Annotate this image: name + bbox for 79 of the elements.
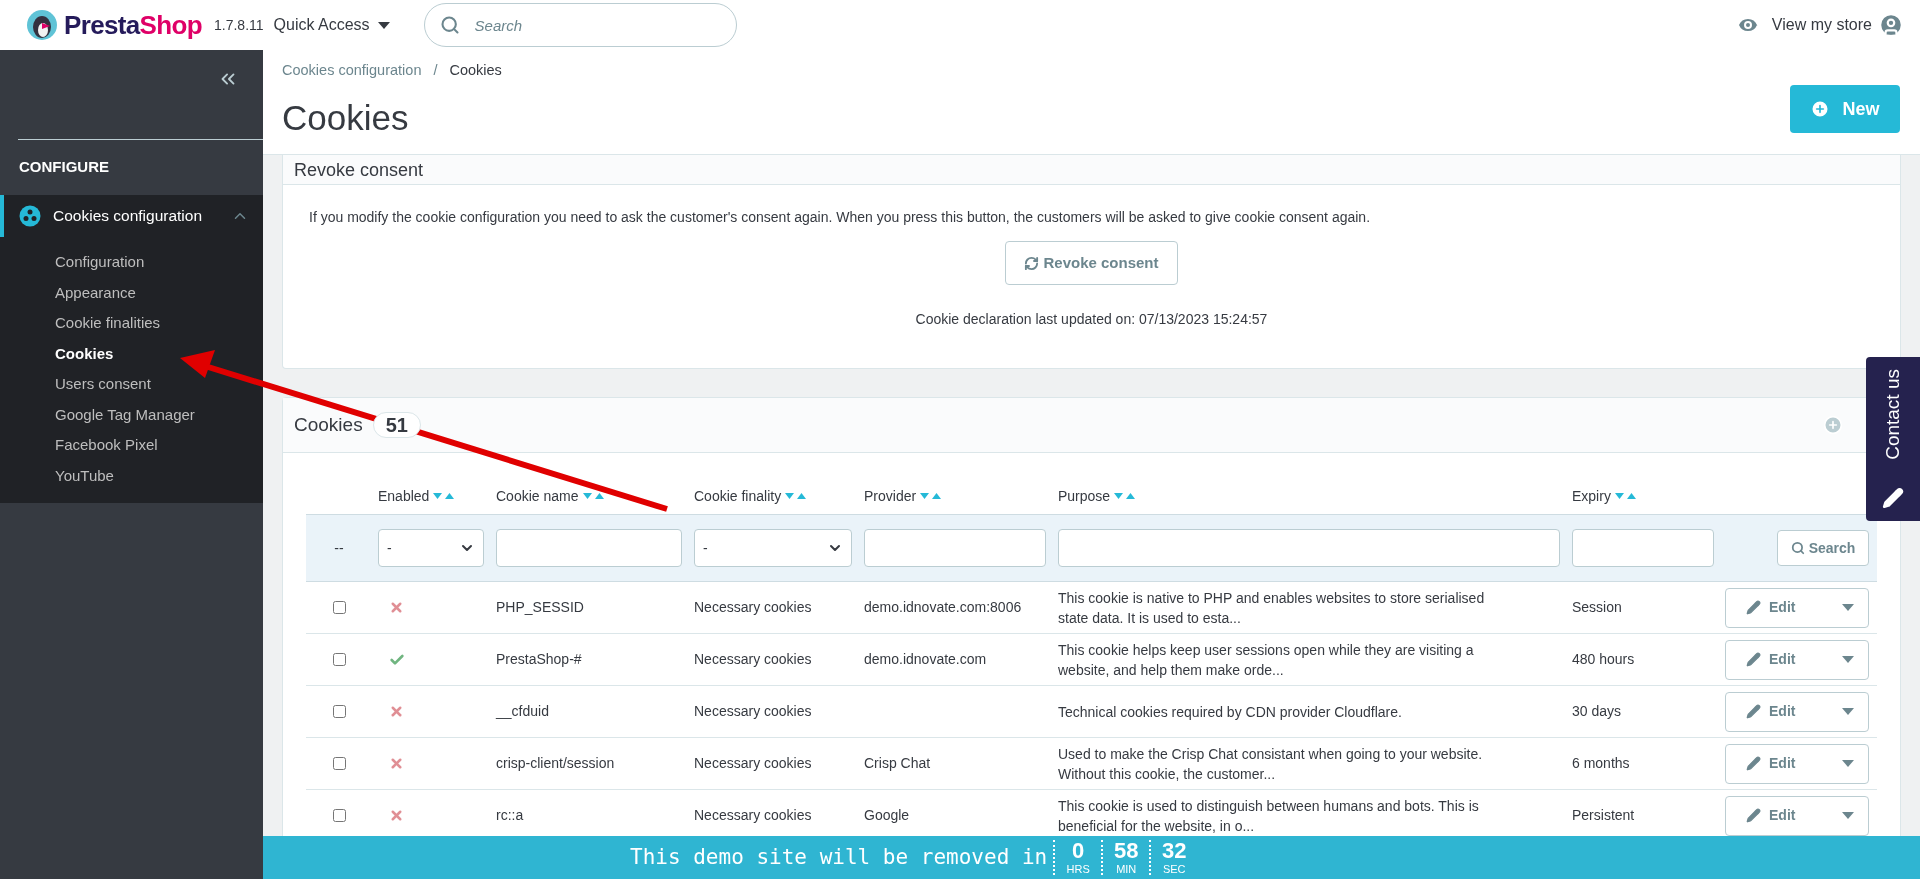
countdown-unit: HRS (1066, 864, 1090, 875)
table-cell: Necessary cookies (694, 651, 812, 667)
revoke-consent-button[interactable]: Revoke consent (1005, 241, 1178, 285)
search-field[interactable]: Search (423, 3, 737, 47)
table-cell: Necessary cookies (694, 807, 812, 823)
edit-button-group[interactable]: Edit (1725, 587, 1869, 628)
menu-item[interactable]: Configuration (0, 247, 263, 278)
table-cell: 480 hours (1572, 651, 1635, 667)
edit-button-group[interactable]: Edit (1725, 639, 1869, 680)
table-cell: crisp-client/session (496, 755, 615, 771)
menu-group-label: Cookies configuration (53, 206, 203, 227)
table-cell-text: Used to make the Crisp Chat consistant when going to your website. Without this cookie, the customer... (1058, 744, 1484, 784)
column-header: Purpose (1058, 486, 1111, 506)
countdown-value: 0 (1072, 840, 1085, 862)
table-cell: Necessary cookies (694, 755, 812, 771)
quick-access-menu[interactable]: Quick Access (273, 13, 390, 37)
menu-item[interactable]: Cookie finalities (0, 308, 263, 339)
count-badge: 51 (372, 412, 421, 438)
edit-button-group[interactable]: Edit (1725, 743, 1869, 784)
table-cell-text: Technical cookies required by CDN provider Cloudflare. (1058, 702, 1403, 722)
countdown-unit: SEC (1162, 864, 1186, 875)
card-title: Revoke consent (294, 160, 424, 179)
page-title: Cookies (282, 96, 410, 139)
menu-item[interactable]: Users consent (0, 369, 263, 400)
column-header: Expiry (1572, 486, 1611, 506)
countdown-value: 58 (1114, 840, 1139, 862)
edit-label: Edit (1769, 650, 1796, 669)
finality-filter-select[interactable]: - (694, 529, 852, 567)
countdown-value: 32 (1162, 840, 1187, 862)
card-title: Cookies (294, 412, 363, 437)
filter-marker: -- (334, 538, 344, 558)
enabled-filter-select[interactable]: - (378, 529, 484, 567)
edit-button-group[interactable]: Edit (1725, 795, 1869, 836)
menu-item[interactable]: YouTube (0, 460, 263, 491)
table-cell: PrestaShop-# (496, 651, 582, 667)
table-cell: __cfduid (496, 703, 549, 719)
table-cell: 6 months (1572, 755, 1630, 771)
table-cell-text: This cookie helps keep user sessions open while they are visiting a website, and help them make orde... (1058, 640, 1475, 680)
view-store-link[interactable]: View my store (1771, 13, 1872, 37)
contact-label: Contact us (1880, 369, 1904, 460)
banner-text: This demo site will be removed in (630, 843, 1048, 871)
search-button[interactable]: Search (1777, 530, 1869, 566)
section-heading: CONFIGURE (18, 157, 110, 178)
edit-button-group[interactable]: Edit (1725, 691, 1869, 732)
breadcrumb-current: Cookies (449, 61, 502, 80)
countdown-unit: MIN (1116, 864, 1137, 875)
menu-item[interactable]: Facebook Pixel (0, 430, 263, 461)
menu-item[interactable]: Appearance (0, 277, 263, 308)
table-cell: Google (864, 807, 910, 823)
column-header: Cookie name (496, 486, 579, 506)
table-cell: 30 days (1572, 703, 1622, 719)
column-header: Enabled (378, 486, 430, 506)
edit-label: Edit (1769, 598, 1796, 617)
table-cell: demo.idnovate.com:8006 (864, 599, 1022, 615)
table-cell-text: This cookie is used to distinguish between humans and bots. This is beneficial for the website, in o... (1058, 796, 1480, 836)
version-label: 1.7.8.11 (214, 15, 264, 35)
breadcrumb-separator: / (433, 61, 438, 80)
contact-tab[interactable]: Contact us (1866, 357, 1920, 521)
column-header: Provider (864, 486, 917, 506)
table-cell: Necessary cookies (694, 599, 812, 615)
last-updated-text: Cookie declaration last updated on: 07/13/2023 15:24:57 (915, 310, 1268, 329)
table-cell: Crisp Chat (864, 755, 931, 771)
edit-label: Edit (1769, 754, 1796, 773)
description-text: If you modify the cookie configuration you need to ask the customer's consent again. When you press this button, the customers will be asked to give cookie consent again. (308, 208, 1372, 227)
table-cell: Persistent (1572, 807, 1635, 823)
table-cell: Session (1572, 599, 1622, 615)
table-cell: rc::a (496, 807, 524, 823)
edit-label: Edit (1769, 702, 1796, 721)
menu-group[interactable]: Cookies configuration (0, 195, 263, 237)
brand-name: PrestaShop (64, 8, 202, 42)
menu-item[interactable]: Google Tag Manager (0, 399, 263, 430)
menu-item[interactable]: Cookies (0, 338, 263, 369)
breadcrumb-link[interactable]: Cookies configuration (282, 60, 422, 82)
table-cell: demo.idnovate.com (864, 651, 987, 667)
table-cell-text: This cookie is native to PHP and enables websites to store serialised state data. It is used to esta... (1058, 588, 1486, 628)
table-cell: PHP_SESSID (496, 599, 584, 615)
column-header: Cookie finality (694, 486, 782, 506)
edit-label: Edit (1769, 806, 1796, 825)
table-cell: Necessary cookies (694, 703, 812, 719)
